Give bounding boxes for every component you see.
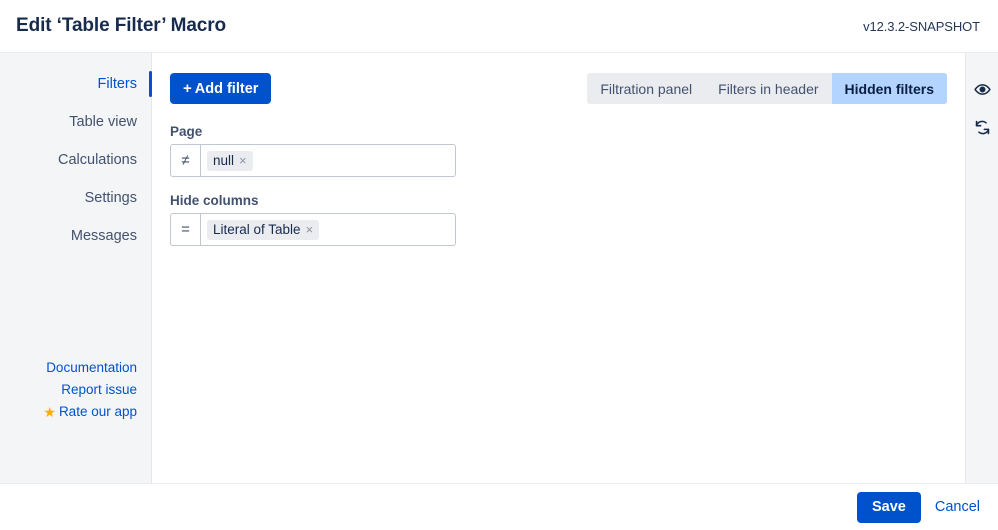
dialog-footer: Save Cancel <box>0 483 998 530</box>
sidebar-item-messages[interactable]: Messages <box>0 217 151 255</box>
sidebar-item-label: Table view <box>69 114 137 130</box>
documentation-link[interactable]: Documentation <box>46 358 137 377</box>
tab-filtration-panel[interactable]: Filtration panel <box>587 73 706 104</box>
version-label: v12.3.2-SNAPSHOT <box>863 18 980 34</box>
chip-label: null <box>213 152 235 168</box>
operator-not-equals-button[interactable]: ≠ <box>170 144 201 177</box>
sidebar-item-label: Settings <box>84 190 137 206</box>
sidebar-item-label: Calculations <box>58 152 137 168</box>
chip-remove-icon[interactable]: × <box>239 154 247 167</box>
refresh-button[interactable] <box>970 117 994 141</box>
star-icon: ★ <box>43 403 56 420</box>
sidebar-item-label: Messages <box>70 228 137 244</box>
chip-label: Literal of Table <box>213 221 301 237</box>
preview-button[interactable] <box>970 79 994 103</box>
report-issue-link[interactable]: Report issue <box>61 380 137 399</box>
edit-macro-dialog: Edit ‘Table Filter’ Macro v12.3.2-SNAPSH… <box>0 0 998 530</box>
plus-icon: + <box>183 80 192 97</box>
dialog-body: Filters Table view Calculations Settings… <box>0 53 998 483</box>
sidebar-nav: Filters Table view Calculations Settings… <box>0 65 152 255</box>
cancel-button[interactable]: Cancel <box>935 499 980 515</box>
filter-row: = Literal of Table × <box>170 213 456 246</box>
right-rail <box>965 53 998 483</box>
filter-field-page: Page ≠ null × <box>170 124 947 177</box>
tab-hidden-filters[interactable]: Hidden filters <box>831 73 947 104</box>
save-button[interactable]: Save <box>856 491 921 523</box>
main-toolbar: + Add filter Filtration panel Filters in… <box>170 73 947 104</box>
filter-value-input[interactable]: Literal of Table × <box>201 213 456 246</box>
filter-chip[interactable]: Literal of Table × <box>207 219 320 240</box>
filter-value-input[interactable]: null × <box>201 144 456 177</box>
main-content: + Add filter Filtration panel Filters in… <box>152 53 965 483</box>
filter-label: Hide columns <box>170 193 259 208</box>
operator-equals-button[interactable]: = <box>170 213 201 246</box>
sidebar: Filters Table view Calculations Settings… <box>0 53 152 483</box>
chip-remove-icon[interactable]: × <box>306 223 314 236</box>
dialog-header: Edit ‘Table Filter’ Macro v12.3.2-SNAPSH… <box>0 0 998 53</box>
page-title: Edit ‘Table Filter’ Macro <box>16 15 227 36</box>
filter-label: Page <box>170 124 203 139</box>
tab-filters-in-header[interactable]: Filters in header <box>705 73 832 104</box>
sidebar-item-settings[interactable]: Settings <box>0 179 151 217</box>
sidebar-item-calculations[interactable]: Calculations <box>0 141 151 179</box>
sidebar-item-filters[interactable]: Filters <box>0 65 152 103</box>
filter-field-hide-columns: Hide columns = Literal of Table × <box>170 193 947 246</box>
rate-our-app-label: Rate our app <box>58 404 137 419</box>
filter-chip[interactable]: null × <box>207 150 253 171</box>
filter-row: ≠ null × <box>170 144 456 177</box>
sidebar-item-label: Filters <box>97 76 137 92</box>
add-filter-button[interactable]: + Add filter <box>170 73 272 104</box>
refresh-icon <box>974 119 991 139</box>
sidebar-item-table-view[interactable]: Table view <box>0 103 151 141</box>
add-filter-label: Add filter <box>194 80 259 97</box>
filter-placement-tabs: Filtration panel Filters in header Hidde… <box>587 73 947 104</box>
rate-our-app-link[interactable]: ★ Rate our app <box>43 402 137 421</box>
eye-icon <box>973 81 991 101</box>
filters-list: Page ≠ null × Hide columns = Literal of … <box>170 124 947 246</box>
sidebar-footer: Documentation Report issue ★ Rate our ap… <box>0 358 151 483</box>
